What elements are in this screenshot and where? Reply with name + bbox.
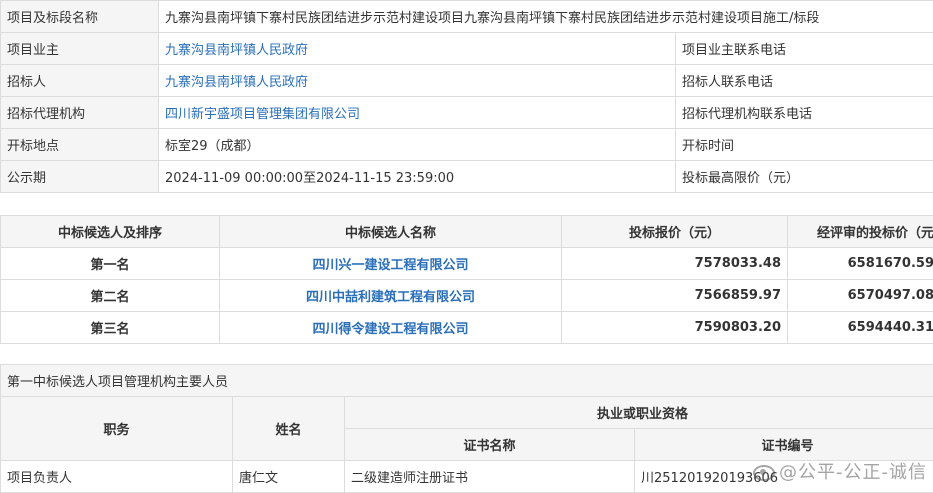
rank-header: 中标候选人及排序 [1, 216, 220, 248]
bid-price-header: 投标报价（元） [562, 216, 788, 248]
project-info-table: 项目及标段名称 九寨沟县南坪镇下寨村民族团结进步示范村建设项目九寨沟县南坪镇下寨… [0, 0, 933, 193]
cert-no-header: 证书编号 [635, 429, 933, 461]
candidate-name-link[interactable]: 四川得令建设工程有限公司 [220, 312, 562, 344]
table-row: 第二名 四川中喆利建筑工程有限公司 7566859.97 6570497.08 [1, 280, 933, 312]
candidate-rank: 第二名 [1, 280, 220, 312]
tenderer-label: 招标人 [1, 65, 159, 97]
owner-link[interactable]: 九寨沟县南坪镇人民政府 [159, 33, 676, 65]
candidate-bid: 7590803.20 [562, 312, 788, 344]
table-row: 开标地点 标室29（成都） 开标时间 [1, 129, 933, 161]
publicity-period-value: 2024-11-09 00:00:00至2024-11-15 23:59:00 [159, 161, 676, 193]
candidate-name-header: 中标候选人名称 [220, 216, 562, 248]
table-row: 第一中标候选人项目管理机构主要人员 [1, 365, 933, 397]
agency-label: 招标代理机构 [1, 97, 159, 129]
agency-link[interactable]: 四川新宇盛项目管理集团有限公司 [159, 97, 676, 129]
qualification-header: 执业或职业资格 [345, 397, 933, 429]
table-row: 第三名 四川得令建设工程有限公司 7590803.20 6594440.31 [1, 312, 933, 344]
table-row: 招标人 九寨沟县南坪镇人民政府 招标人联系电话 [1, 65, 933, 97]
candidate-name-link[interactable]: 四川兴一建设工程有限公司 [220, 248, 562, 280]
candidate-evaluated-bid: 6570497.08 [788, 280, 933, 312]
candidates-table: 中标候选人及排序 中标候选人名称 投标报价（元） 经评审的投标价（元 第一名 四… [0, 215, 933, 344]
bid-opening-time-label: 开标时间 [676, 129, 933, 161]
candidate-evaluated-bid: 6581670.59 [788, 248, 933, 280]
tenderer-phone-label: 招标人联系电话 [676, 65, 933, 97]
evaluated-price-header: 经评审的投标价（元 [788, 216, 933, 248]
candidate-evaluated-bid: 6594440.31 [788, 312, 933, 344]
bid-opening-place-label: 开标地点 [1, 129, 159, 161]
table-row: 招标代理机构 四川新宇盛项目管理集团有限公司 招标代理机构联系电话 [1, 97, 933, 129]
person-cert-name: 二级建造师注册证书 [345, 461, 635, 493]
person-name: 唐仁文 [233, 461, 345, 493]
agency-phone-label: 招标代理机构联系电话 [676, 97, 933, 129]
candidate-bid: 7578033.48 [562, 248, 788, 280]
weibo-logo-icon [753, 465, 775, 481]
role-header: 职务 [1, 397, 233, 461]
table-header-row: 中标候选人及排序 中标候选人名称 投标报价（元） 经评审的投标价（元 [1, 216, 933, 248]
publicity-period-label: 公示期 [1, 161, 159, 193]
project-name-label: 项目及标段名称 [1, 1, 159, 33]
project-name-value: 九寨沟县南坪镇下寨村民族团结进步示范村建设项目九寨沟县南坪镇下寨村民族团结进步示… [159, 1, 933, 33]
table-header-row: 职务 姓名 执业或职业资格 [1, 397, 933, 429]
table-row: 公示期 2024-11-09 00:00:00至2024-11-15 23:59… [1, 161, 933, 193]
table-row: 项目及标段名称 九寨沟县南坪镇下寨村民族团结进步示范村建设项目九寨沟县南坪镇下寨… [1, 1, 933, 33]
personnel-caption: 第一中标候选人项目管理机构主要人员 [1, 365, 933, 397]
owner-label: 项目业主 [1, 33, 159, 65]
candidate-rank: 第一名 [1, 248, 220, 280]
candidate-rank: 第三名 [1, 312, 220, 344]
watermark: @公平-公正-诚信 [753, 458, 927, 484]
bid-opening-place-value: 标室29（成都） [159, 129, 676, 161]
candidate-name-link[interactable]: 四川中喆利建筑工程有限公司 [220, 280, 562, 312]
person-role: 项目负责人 [1, 461, 233, 493]
table-row: 第一名 四川兴一建设工程有限公司 7578033.48 6581670.59 [1, 248, 933, 280]
owner-phone-label: 项目业主联系电话 [676, 33, 933, 65]
cert-name-header: 证书名称 [345, 429, 635, 461]
candidate-bid: 7566859.97 [562, 280, 788, 312]
watermark-text: @公平-公正-诚信 [779, 462, 927, 483]
table-row: 项目业主 九寨沟县南坪镇人民政府 项目业主联系电话 [1, 33, 933, 65]
person-name-header: 姓名 [233, 397, 345, 461]
max-price-label: 投标最高限价（元） [676, 161, 933, 193]
tenderer-link[interactable]: 九寨沟县南坪镇人民政府 [159, 65, 676, 97]
